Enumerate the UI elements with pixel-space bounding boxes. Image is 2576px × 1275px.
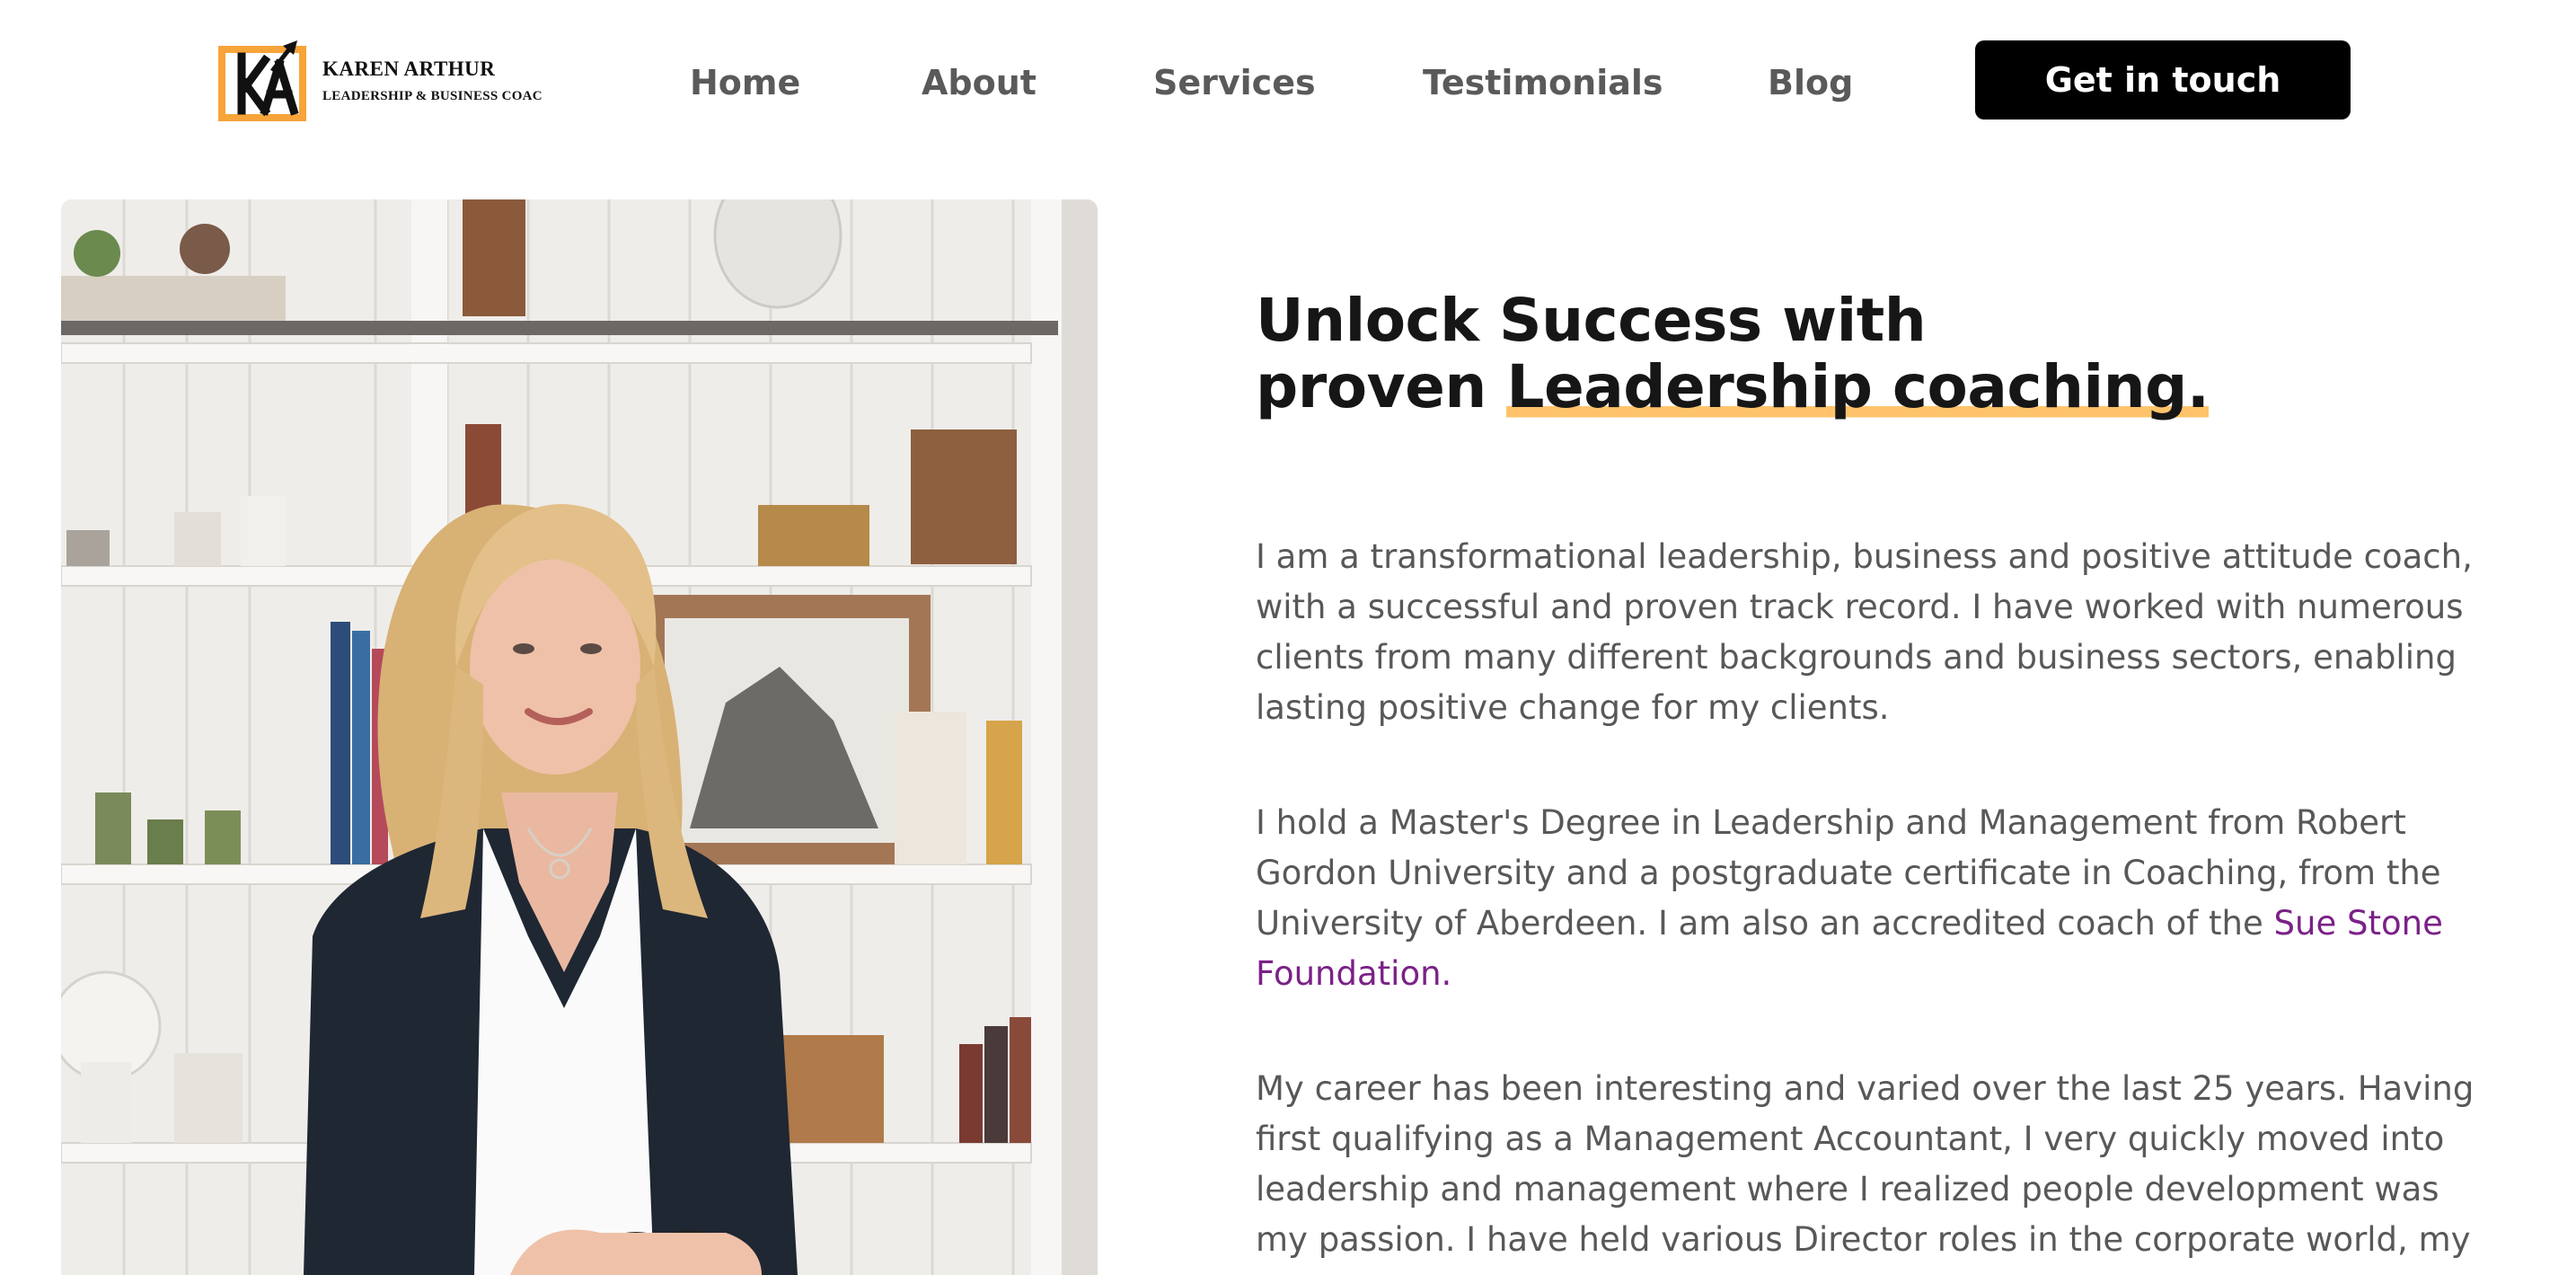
site-header: KAREN ARTHUR LEADERSHIP & BUSINESS COAC … <box>0 0 2576 162</box>
ka-monogram-icon <box>218 40 306 121</box>
logo-text: KAREN ARTHUR LEADERSHIP & BUSINESS COAC <box>322 57 543 105</box>
headline-line-2-pre: proven <box>1256 352 1507 421</box>
credentials-paragraph: I hold a Master's Degree in Leadership a… <box>1256 798 2486 999</box>
brand-tagline: LEADERSHIP & BUSINESS COAC <box>322 89 543 103</box>
portrait-photo <box>61 199 1098 1275</box>
nav-testimonials[interactable]: Testimonials <box>1423 56 1663 110</box>
headline-highlight: Leadership coaching. <box>1506 352 2210 421</box>
credentials-text: I hold a Master's Degree in Leadership a… <box>1256 803 2441 943</box>
nav-services[interactable]: Services <box>1153 56 1316 110</box>
career-paragraph: My career has been interesting and varie… <box>1256 1069 2475 1259</box>
nav-blog[interactable]: Blog <box>1768 56 1853 110</box>
nav-about[interactable]: About <box>922 56 1037 110</box>
brand-logo[interactable]: KAREN ARTHUR LEADERSHIP & BUSINESS COAC <box>218 36 543 126</box>
get-in-touch-button[interactable]: Get in touch <box>1975 40 2351 120</box>
brand-name: KAREN ARTHUR <box>322 58 496 81</box>
headline-line-1: Unlock Success with <box>1256 286 1927 355</box>
intro-paragraph: I am a transformational leadership, busi… <box>1256 537 2473 727</box>
hero-content: Unlock Success with proven Leadership co… <box>1256 288 2486 1260</box>
portrait-illustration <box>61 199 1098 1275</box>
hero-headline: Unlock Success with proven Leadership co… <box>1256 288 2486 421</box>
nav-home[interactable]: Home <box>690 56 800 110</box>
